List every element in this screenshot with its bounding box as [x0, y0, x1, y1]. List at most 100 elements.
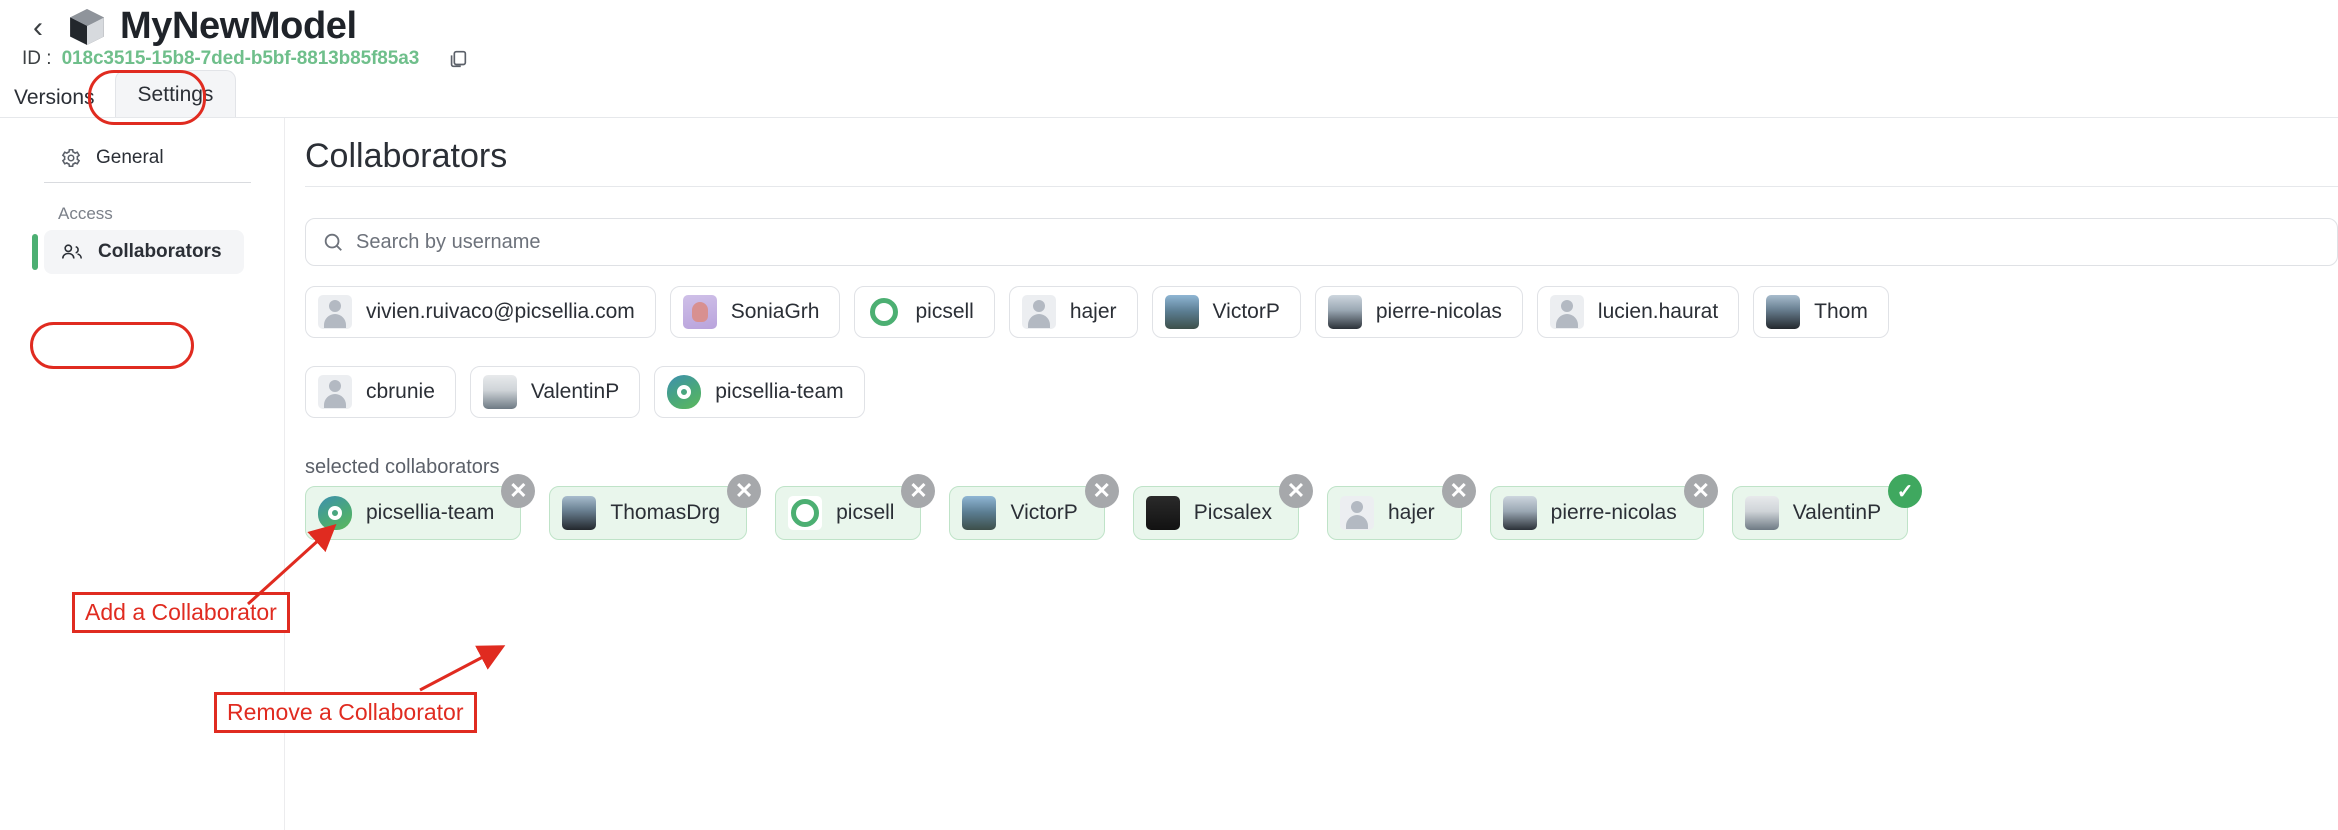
annotation-highlight-collaborators-item [30, 322, 194, 369]
collaborator-name: Thom [1814, 300, 1868, 323]
remove-collaborator-button[interactable]: ✕ [901, 474, 936, 508]
available-collaborators-row-1: vivien.ruivaco@picsellia.com SoniaGrh pics… [305, 286, 1889, 338]
collaborator-name: pierre-nicolas [1375, 300, 1502, 323]
collaborator-chip[interactable]: VictorP [1151, 286, 1301, 338]
page-header: ‹ MyNewModel ID : 018c3515-15b8-7ded-b5b… [0, 0, 2338, 118]
sidebar-divider [44, 182, 251, 183]
collaborator-name: SoniaGrh [730, 300, 820, 323]
avatar [1549, 295, 1584, 329]
avatar [482, 375, 517, 409]
collaborator-name: picsellia-team [366, 501, 495, 524]
avatar [788, 496, 823, 530]
selected-collaborator-wrapper: picsell ✕ [775, 474, 936, 540]
collaborator-name: picsell [915, 300, 974, 323]
collaborator-name: picsell [836, 501, 895, 524]
selected-collaborator-chip[interactable]: picsell [775, 486, 922, 540]
collaborator-chip[interactable]: cbrunie [305, 366, 456, 418]
selected-collaborators-label: selected collaborators [305, 456, 500, 478]
remove-collaborator-button[interactable]: ✕ [501, 474, 536, 508]
users-icon [61, 244, 83, 259]
selected-collaborator-chip[interactable]: picsellia-team [305, 486, 522, 540]
back-button[interactable]: ‹ [24, 13, 52, 43]
selected-collaborator-wrapper: ValentinP ✓ [1731, 474, 1923, 540]
available-collaborators-row-2: cbrunie ValentinP picsellia-team [305, 366, 865, 418]
avatar [1145, 496, 1180, 530]
main-content: Collaborators Search by username vivien.… [285, 118, 2338, 830]
avatar [1744, 496, 1779, 530]
avatar [318, 496, 352, 530]
selected-collaborator-chip[interactable]: Picsalex [1132, 486, 1299, 540]
annotation-add-collaborator: Add a Collaborator [72, 592, 290, 633]
avatar [867, 295, 902, 329]
copy-icon[interactable] [447, 48, 469, 70]
avatar [1502, 496, 1537, 530]
model-id-row: ID : 018c3515-15b8-7ded-b5bf-8813b85f85a… [22, 48, 469, 70]
avatar [1327, 295, 1362, 329]
selected-collaborator-wrapper: ThomasDrg ✕ [549, 474, 762, 540]
selected-collaborators-row: picsellia-team ✕ ThomasDrg ✕ picsell ✕ VictorP… [305, 474, 1923, 540]
collaborator-chip[interactable]: ValentinP [469, 366, 641, 418]
avatar [1164, 295, 1199, 329]
selected-collaborator-chip[interactable]: pierre-nicolas [1489, 486, 1704, 540]
avatar [682, 295, 717, 329]
collaborator-name: hajer [1387, 501, 1435, 524]
selected-collaborator-wrapper: Picsalex ✕ [1132, 474, 1313, 540]
collaborator-chip[interactable]: picsellia-team [654, 366, 865, 418]
section-title: Collaborators [305, 137, 508, 175]
search-icon [324, 233, 342, 251]
search-input[interactable]: Search by username [305, 218, 2338, 266]
selected-collaborator-wrapper: picsellia-team ✕ [305, 474, 536, 540]
sidebar-item-collaborators-label: Collaborators [98, 241, 222, 262]
collaborator-name: Picsalex [1193, 501, 1272, 524]
collaborator-name: VictorP [1212, 300, 1280, 323]
avatar [318, 295, 352, 329]
collaborator-chip[interactable]: picsell [854, 286, 995, 338]
selected-collaborator-chip[interactable]: VictorP [949, 486, 1105, 540]
collaborator-name: VictorP [1010, 501, 1078, 524]
gear-icon [61, 148, 81, 168]
selected-collaborator-wrapper: hajer ✕ [1326, 474, 1476, 540]
annotation-remove-collaborator: Remove a Collaborator [214, 692, 477, 733]
sidebar-item-general[interactable]: General [44, 136, 234, 180]
collaborator-chip[interactable]: hajer [1008, 286, 1138, 338]
sidebar-section-access: Access [58, 204, 113, 223]
avatar [667, 375, 702, 409]
avatar [1766, 295, 1801, 329]
collaborator-name: ValentinP [530, 380, 620, 403]
collaborator-name: vivien.ruivaco@picsellia.com [366, 300, 635, 323]
collaborator-name: cbrunie [366, 380, 435, 403]
selected-collaborator-wrapper: pierre-nicolas ✕ [1489, 474, 1718, 540]
selected-check-icon: ✓ [1888, 474, 1923, 508]
annotation-highlight-settings-tab [88, 70, 206, 125]
collaborator-name: pierre-nicolas [1550, 501, 1677, 524]
collaborator-chip[interactable]: Thom [1753, 286, 1889, 338]
app-root: ‹ MyNewModel ID : 018c3515-15b8-7ded-b5b… [0, 0, 2338, 830]
avatar [318, 375, 352, 409]
collaborator-name: picsellia-team [715, 380, 844, 403]
sidebar-item-collaborators[interactable]: Collaborators [44, 230, 244, 274]
title-divider [305, 186, 2338, 187]
collaborator-name: ThomasDrg [610, 501, 721, 524]
remove-collaborator-button[interactable]: ✕ [1278, 474, 1313, 508]
collaborator-chip[interactable]: vivien.ruivaco@picsellia.com [305, 286, 656, 338]
collaborator-chip[interactable]: lucien.haurat [1536, 286, 1740, 338]
avatar [962, 496, 997, 530]
id-value: 018c3515-15b8-7ded-b5bf-8813b85f85a3 [61, 48, 420, 69]
sidebar-item-general-label: General [96, 147, 164, 168]
remove-collaborator-button[interactable]: ✕ [1441, 474, 1476, 508]
remove-collaborator-button[interactable]: ✕ [727, 474, 762, 508]
page-title: MyNewModel [120, 5, 357, 47]
avatar [1021, 295, 1056, 329]
search-placeholder: Search by username [356, 230, 541, 253]
selected-collaborator-chip[interactable]: ValentinP [1731, 486, 1909, 540]
selected-collaborator-chip[interactable]: ThomasDrg [549, 486, 748, 540]
collaborator-name: lucien.haurat [1597, 300, 1719, 323]
collaborator-chip[interactable]: pierre-nicolas [1314, 286, 1523, 338]
remove-collaborator-button[interactable]: ✕ [1683, 474, 1718, 508]
collaborator-chip[interactable]: SoniaGrh [669, 286, 841, 338]
remove-collaborator-button[interactable]: ✕ [1084, 474, 1119, 508]
active-indicator-bar [32, 234, 38, 270]
collaborator-name: hajer [1069, 300, 1117, 323]
avatar [1339, 496, 1374, 530]
avatar [562, 496, 597, 530]
